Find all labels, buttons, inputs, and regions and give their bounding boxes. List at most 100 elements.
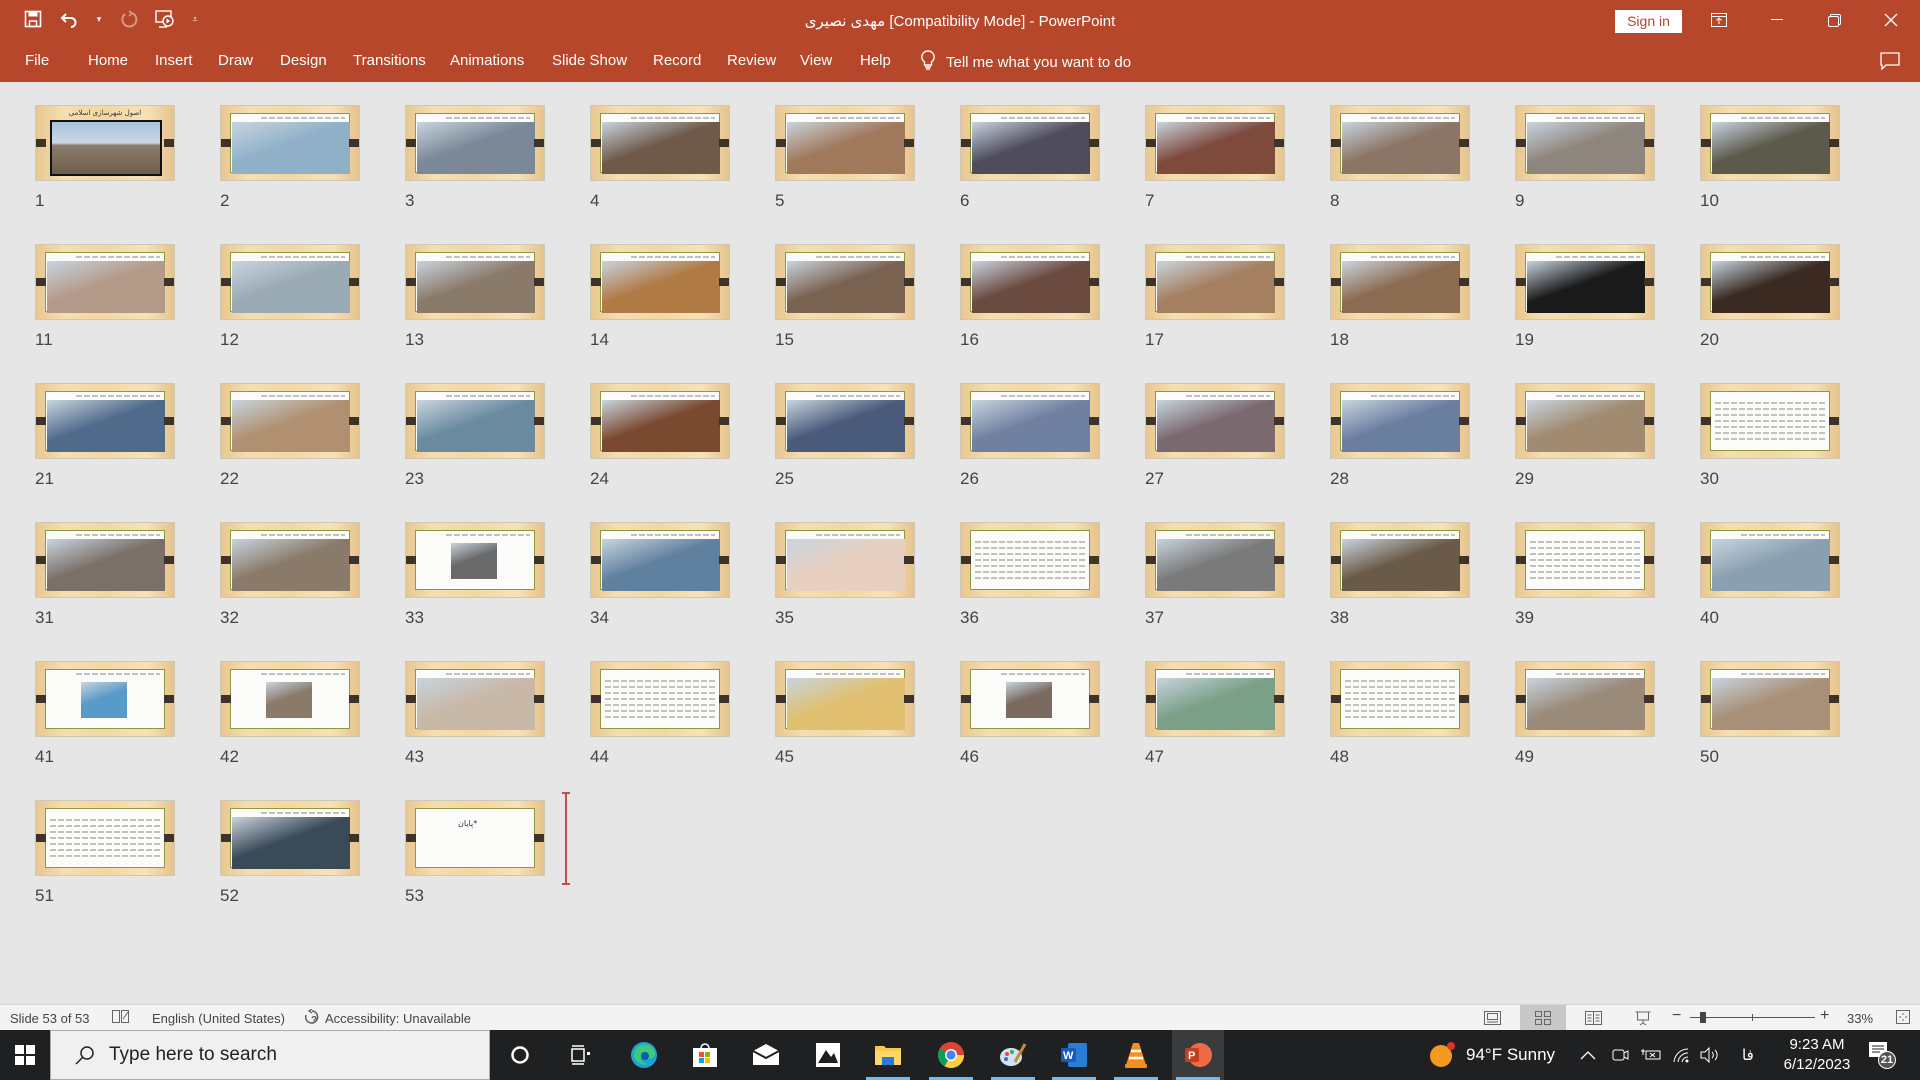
slide-thumbnail[interactable] xyxy=(1145,244,1285,320)
slide-thumbnail[interactable] xyxy=(1700,522,1840,598)
word-icon[interactable]: W xyxy=(1048,1030,1100,1080)
slide-thumbnail[interactable] xyxy=(960,383,1100,459)
battery-icon[interactable] xyxy=(1640,1030,1662,1080)
slide-thumbnail[interactable] xyxy=(590,661,730,737)
tab-animations[interactable]: Animations xyxy=(450,52,524,69)
slide-thumbnail[interactable] xyxy=(775,244,915,320)
start-button[interactable] xyxy=(0,1030,50,1080)
slide-thumbnail[interactable] xyxy=(220,244,360,320)
zoom-slider[interactable] xyxy=(1690,1012,1815,1023)
slide-thumbnail[interactable]: اصول شهرسازی اسلامی xyxy=(35,105,175,181)
slide-thumbnail[interactable] xyxy=(405,105,545,181)
chrome-icon[interactable] xyxy=(925,1030,977,1080)
tab-transitions[interactable]: Transitions xyxy=(353,52,426,69)
slide-thumbnail[interactable] xyxy=(35,522,175,598)
slide-thumbnail[interactable] xyxy=(1700,661,1840,737)
tab-view[interactable]: View xyxy=(800,52,832,69)
cortana-icon[interactable] xyxy=(494,1030,546,1080)
slide-thumbnail[interactable] xyxy=(775,105,915,181)
tab-home[interactable]: Home xyxy=(88,52,128,69)
slide-thumbnail[interactable] xyxy=(1330,105,1470,181)
slide-thumbnail[interactable] xyxy=(1700,244,1840,320)
slide-thumbnail[interactable] xyxy=(1515,661,1655,737)
fit-to-window-icon[interactable] xyxy=(1896,1010,1910,1027)
tab-insert[interactable]: Insert xyxy=(155,52,193,69)
slide-show-view-button[interactable] xyxy=(1620,1005,1666,1031)
slide-thumbnail[interactable] xyxy=(960,105,1100,181)
slide-thumbnail[interactable] xyxy=(1330,661,1470,737)
undo-icon[interactable] xyxy=(58,8,80,30)
slide-thumbnail[interactable] xyxy=(775,383,915,459)
close-button[interactable] xyxy=(1868,0,1914,40)
slide-thumbnail[interactable] xyxy=(405,383,545,459)
slide-thumbnail[interactable] xyxy=(775,522,915,598)
photos-icon[interactable] xyxy=(802,1030,854,1080)
show-hidden-icons-button[interactable] xyxy=(1580,1030,1596,1080)
slide-thumbnail[interactable] xyxy=(590,244,730,320)
zoom-out-button[interactable]: − xyxy=(1672,1007,1681,1025)
slide-thumbnail[interactable] xyxy=(35,800,175,876)
slide-thumbnail[interactable] xyxy=(220,522,360,598)
ribbon-display-options-button[interactable] xyxy=(1696,0,1742,40)
slide-thumbnail[interactable] xyxy=(775,661,915,737)
start-from-beginning-icon[interactable] xyxy=(154,8,176,30)
file-explorer-icon[interactable] xyxy=(862,1030,914,1080)
slide-thumbnail[interactable] xyxy=(220,661,360,737)
tab-record[interactable]: Record xyxy=(653,52,701,69)
slide-thumbnail[interactable] xyxy=(1330,522,1470,598)
slide-thumbnail[interactable] xyxy=(1515,522,1655,598)
slide-thumbnail[interactable]: پایان* xyxy=(405,800,545,876)
powerpoint-icon[interactable]: P xyxy=(1172,1030,1224,1080)
spelling-check-icon[interactable] xyxy=(112,1009,130,1027)
slide-thumbnail[interactable] xyxy=(220,800,360,876)
restore-button[interactable] xyxy=(1811,0,1857,40)
slide-thumbnail[interactable] xyxy=(1145,105,1285,181)
slide-thumbnail[interactable] xyxy=(35,661,175,737)
edge-icon[interactable] xyxy=(618,1030,670,1080)
slide-thumbnail[interactable] xyxy=(405,522,545,598)
slide-thumbnail[interactable] xyxy=(1515,244,1655,320)
tab-review[interactable]: Review xyxy=(727,52,776,69)
system-clock[interactable]: 9:23 AM 6/12/2023 xyxy=(1767,1035,1867,1075)
slide-thumbnail[interactable] xyxy=(590,522,730,598)
slide-thumbnail[interactable] xyxy=(220,383,360,459)
slide-thumbnail[interactable] xyxy=(1515,383,1655,459)
accessibility-icon[interactable]: ? xyxy=(303,1008,321,1028)
vlc-icon[interactable] xyxy=(1110,1030,1162,1080)
slide-thumbnail[interactable] xyxy=(1145,522,1285,598)
accessibility-status[interactable]: Accessibility: Unavailable xyxy=(325,1011,471,1026)
undo-dropdown-icon[interactable]: ▾ xyxy=(94,8,104,30)
slide-thumbnail[interactable] xyxy=(405,661,545,737)
slide-thumbnail[interactable] xyxy=(405,244,545,320)
slide-thumbnail[interactable] xyxy=(1330,244,1470,320)
slide-thumbnail[interactable] xyxy=(1145,661,1285,737)
slide-thumbnail[interactable] xyxy=(1700,105,1840,181)
slide-thumbnail[interactable] xyxy=(1145,383,1285,459)
redo-icon[interactable] xyxy=(118,8,140,30)
tab-help[interactable]: Help xyxy=(860,52,891,69)
wifi-icon[interactable] xyxy=(1672,1030,1690,1080)
slide-thumbnail[interactable] xyxy=(960,661,1100,737)
reading-view-button[interactable] xyxy=(1570,1005,1616,1031)
slide-sorter-view-button[interactable] xyxy=(1520,1005,1566,1031)
slide-thumbnail[interactable] xyxy=(590,105,730,181)
slide-thumbnail[interactable] xyxy=(1700,383,1840,459)
tab-slide-show[interactable]: Slide Show xyxy=(552,52,627,69)
tell-me-search[interactable]: Tell me what you want to do xyxy=(920,50,1131,74)
comments-icon[interactable] xyxy=(1880,52,1900,71)
slide-thumbnail[interactable] xyxy=(590,383,730,459)
slide-thumbnail[interactable] xyxy=(960,244,1100,320)
notifications-button[interactable]: 21 xyxy=(1868,1030,1896,1080)
weather-widget[interactable]: 94°F Sunny xyxy=(1428,1030,1555,1080)
normal-view-button[interactable] xyxy=(1469,1005,1515,1031)
task-view-icon[interactable] xyxy=(555,1030,607,1080)
slide-thumbnail[interactable] xyxy=(1515,105,1655,181)
slide-thumbnail[interactable] xyxy=(960,522,1100,598)
mail-icon[interactable] xyxy=(740,1030,792,1080)
paint-icon[interactable] xyxy=(987,1030,1039,1080)
input-language-indicator[interactable]: فا xyxy=(1742,1030,1754,1080)
zoom-level[interactable]: 33% xyxy=(1847,1011,1873,1026)
tab-file[interactable]: File xyxy=(25,52,49,69)
zoom-in-button[interactable]: + xyxy=(1820,1007,1829,1025)
slide-thumbnail[interactable] xyxy=(35,244,175,320)
